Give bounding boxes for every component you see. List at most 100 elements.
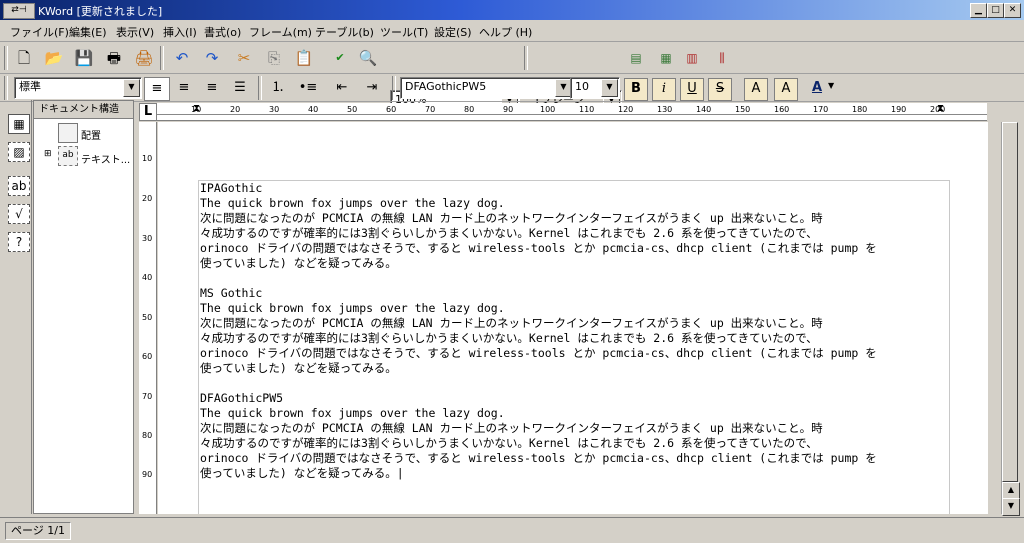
ruler-label: 50 bbox=[142, 313, 153, 322]
numbered-list-icon[interactable]: ⒈ bbox=[266, 77, 290, 99]
font-family-select[interactable]: DFAGothicPW5 ▼ bbox=[400, 77, 574, 99]
menu-help[interactable]: ヘルプ (H) bbox=[479, 24, 532, 40]
chevron-down-icon[interactable]: ▼ bbox=[123, 79, 140, 97]
document-paragraph[interactable]: 使っていました) などを疑ってみる。| bbox=[200, 466, 950, 481]
font-size-select[interactable]: 10 ▼ bbox=[570, 77, 620, 99]
app-icon[interactable]: ⇄⊣ bbox=[3, 3, 35, 19]
minimize-icon[interactable]: ▁ bbox=[970, 3, 987, 18]
chevron-down-icon[interactable]: ▼ bbox=[828, 81, 834, 90]
document-paragraph[interactable]: 次に問題になったのが PCMCIA の無線 LAN カード上のネットワークインタ… bbox=[200, 211, 950, 226]
bullet-list-icon[interactable]: •≡ bbox=[296, 77, 320, 99]
menu-insert[interactable]: 挿入(I) bbox=[163, 24, 197, 40]
copy-icon[interactable]: ⎘ bbox=[262, 47, 286, 69]
page-icon bbox=[58, 123, 78, 143]
menu-format[interactable]: 書式(o) bbox=[204, 24, 241, 40]
menu-file[interactable]: ファイル(F) bbox=[10, 24, 69, 40]
align-left-icon[interactable]: ≡ bbox=[144, 77, 170, 101]
columns-icon[interactable]: ⫼ bbox=[710, 47, 734, 69]
formula-icon[interactable]: √ bbox=[8, 204, 30, 224]
scrollbar-thumb[interactable] bbox=[1002, 122, 1018, 482]
document-canvas[interactable]: IPAGothic The quick brown fox jumps over … bbox=[158, 122, 988, 514]
document-paragraph[interactable]: The quick brown fox jumps over the lazy … bbox=[200, 406, 950, 421]
print-preview-icon[interactable]: 🖨 bbox=[132, 47, 156, 69]
title-bar[interactable]: ⇄⊣ KWord [更新されました] ▁ □ ✕ bbox=[0, 0, 1024, 20]
document-paragraph[interactable]: 使っていました) などを疑ってみる。 bbox=[200, 361, 950, 376]
print-icon[interactable]: 🖶 bbox=[102, 47, 126, 69]
document-paragraph[interactable]: orinoco ドライバの問題ではなさそうで、すると wireless-tool… bbox=[200, 241, 950, 256]
chevron-down-icon[interactable]: ▼ bbox=[601, 79, 618, 97]
new-document-icon[interactable]: 🗋 bbox=[12, 47, 36, 69]
document-paragraph[interactable]: The quick brown fox jumps over the lazy … bbox=[200, 196, 950, 211]
document-paragraph[interactable] bbox=[200, 271, 950, 286]
left-indent-marker-icon[interactable]: ⧗ bbox=[193, 103, 200, 114]
document-paragraph[interactable]: orinoco ドライバの問題ではなさそうで、すると wireless-tool… bbox=[200, 346, 950, 361]
underline-button[interactable]: U bbox=[680, 78, 704, 101]
ruler-label: 10 bbox=[142, 154, 153, 163]
menu-tools[interactable]: ツール(T) bbox=[380, 24, 428, 40]
menu-edit[interactable]: 編集(E) bbox=[69, 24, 107, 40]
align-justify-icon[interactable]: ☰ bbox=[228, 77, 252, 99]
document-paragraph[interactable]: DFAGothicPW5 bbox=[200, 391, 950, 406]
document-paragraph[interactable]: 使っていました) などを疑ってみる。 bbox=[200, 256, 950, 271]
open-folder-icon[interactable]: 📂 bbox=[42, 47, 66, 69]
find-icon[interactable]: 🔍 bbox=[356, 47, 380, 69]
status-bar: ページ 1/1 bbox=[0, 517, 1024, 543]
document-paragraph[interactable]: 次に問題になったのが PCMCIA の無線 LAN カード上のネットワークインタ… bbox=[200, 316, 950, 331]
document-paragraph[interactable]: 々成功するのですが確率的には3割ぐらいしかうまくいかない。Kernel はこれま… bbox=[200, 226, 950, 241]
increase-indent-icon[interactable]: ⇥ bbox=[360, 77, 384, 99]
decrease-indent-icon[interactable]: ⇤ bbox=[330, 77, 354, 99]
ruler-label: 70 bbox=[425, 105, 436, 114]
tree-expand-icon[interactable]: ⊞ bbox=[44, 149, 52, 159]
tree-item-layout[interactable]: 配置 bbox=[81, 127, 101, 142]
horizontal-ruler[interactable]: 10 20 30 40 50 60 70 80 90 100 110 120 1… bbox=[157, 103, 987, 121]
cut-icon[interactable]: ✂ bbox=[232, 47, 256, 69]
part-object-icon[interactable]: ? bbox=[8, 232, 30, 252]
bold-button[interactable]: B bbox=[624, 78, 648, 101]
picture-icon[interactable]: ▨ bbox=[8, 142, 30, 162]
strikethrough-button[interactable]: S bbox=[708, 78, 732, 101]
close-icon[interactable]: ✕ bbox=[1004, 3, 1021, 18]
paragraph-style-select[interactable]: 標準 ▼ bbox=[14, 77, 142, 99]
redo-icon[interactable]: ↷ bbox=[200, 47, 224, 69]
text-frame-icon[interactable]: ab bbox=[8, 176, 30, 196]
table-icon[interactable]: ▦ bbox=[8, 114, 30, 134]
vertical-ruler[interactable]: 10 20 30 40 50 60 70 80 90 bbox=[139, 122, 157, 514]
document-paragraph[interactable]: 次に問題になったのが PCMCIA の無線 LAN カード上のネットワークインタ… bbox=[200, 421, 950, 436]
document-paragraph[interactable]: orinoco ドライバの問題ではなさそうで、すると wireless-tool… bbox=[200, 451, 950, 466]
align-center-icon[interactable]: ≡ bbox=[172, 77, 196, 99]
ruler-label: 60 bbox=[142, 352, 153, 361]
undo-icon[interactable]: ↶ bbox=[170, 47, 194, 69]
paste-icon[interactable]: 📋 bbox=[292, 47, 316, 69]
superscript-button[interactable]: A bbox=[744, 78, 768, 101]
text-color-button[interactable]: A bbox=[806, 78, 828, 99]
menu-table[interactable]: テーブル(b) bbox=[315, 24, 374, 40]
table-frame-icon[interactable]: ▦ bbox=[654, 47, 678, 69]
format-frame-icon[interactable]: ▤ bbox=[624, 47, 648, 69]
ruler-label: 90 bbox=[503, 105, 514, 114]
spellcheck-icon[interactable]: ✔ bbox=[328, 47, 352, 69]
document-paragraph[interactable] bbox=[200, 376, 950, 391]
subscript-button[interactable]: A bbox=[774, 78, 798, 101]
document-paragraph[interactable]: MS Gothic bbox=[200, 286, 950, 301]
right-indent-marker-icon[interactable]: ⧗ bbox=[937, 103, 944, 114]
tree-item-text[interactable]: テキスト... bbox=[81, 151, 130, 166]
scroll-down-icon[interactable]: ▼ bbox=[1002, 498, 1020, 516]
document-text[interactable]: IPAGothic The quick brown fox jumps over … bbox=[200, 181, 950, 481]
document-paragraph[interactable]: 々成功するのですが確率的には3割ぐらいしかうまくいかない。Kernel はこれま… bbox=[200, 436, 950, 451]
menu-view[interactable]: 表示(V) bbox=[116, 24, 154, 40]
align-right-icon[interactable]: ≡ bbox=[200, 77, 224, 99]
text-frame[interactable]: IPAGothic The quick brown fox jumps over … bbox=[198, 180, 950, 514]
document-paragraph[interactable]: The quick brown fox jumps over the lazy … bbox=[200, 301, 950, 316]
maximize-icon[interactable]: □ bbox=[987, 3, 1004, 18]
italic-button[interactable]: i bbox=[652, 78, 676, 101]
menu-frame[interactable]: フレーム(m) bbox=[249, 24, 312, 40]
vertical-scrollbar[interactable]: ▲ ▼ bbox=[1001, 122, 1020, 516]
window-title: KWord [更新されました] bbox=[38, 5, 163, 18]
document-paragraph[interactable]: IPAGothic bbox=[200, 181, 950, 196]
document-paragraph[interactable]: 々成功するのですが確率的には3割ぐらいしかうまくいかない。Kernel はこれま… bbox=[200, 331, 950, 346]
format-painter-icon[interactable]: ▥ bbox=[680, 47, 704, 69]
menu-settings[interactable]: 設定(S) bbox=[434, 24, 472, 40]
save-icon[interactable]: 💾 bbox=[72, 47, 96, 69]
ruler-corner[interactable]: L bbox=[139, 103, 157, 121]
ruler-label: 30 bbox=[142, 234, 153, 243]
